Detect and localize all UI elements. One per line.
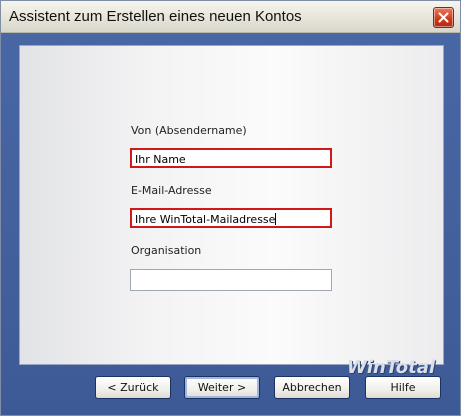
sender-name-value: Ihr Name [135, 153, 186, 166]
email-value: Ihre WinTotal-Mailadresse [135, 213, 276, 226]
next-button[interactable]: Weiter > [184, 376, 260, 399]
title-bar[interactable]: Assistent zum Erstellen eines neuen Kont… [1, 1, 460, 33]
sender-name-label: Von (Absendername) [131, 124, 247, 137]
organisation-label: Organisation [131, 244, 202, 257]
close-icon [438, 12, 449, 23]
email-field[interactable]: Ihre WinTotal-Mailadresse [130, 208, 332, 228]
back-button[interactable]: < Zurück [95, 376, 171, 399]
wintotal-watermark: WinTotal [347, 357, 436, 378]
email-label: E-Mail-Adresse [131, 184, 212, 197]
text-caret [275, 213, 277, 225]
sender-name-field[interactable]: Ihr Name [130, 148, 332, 168]
close-button[interactable] [433, 7, 454, 28]
organisation-field[interactable] [130, 269, 332, 291]
window-title: Assistent zum Erstellen eines neuen Kont… [9, 8, 302, 25]
wizard-window: Assistent zum Erstellen eines neuen Kont… [0, 0, 461, 416]
help-button[interactable]: Hilfe [365, 376, 441, 399]
content-panel [19, 45, 444, 365]
cancel-button[interactable]: Abbrechen [274, 376, 350, 399]
